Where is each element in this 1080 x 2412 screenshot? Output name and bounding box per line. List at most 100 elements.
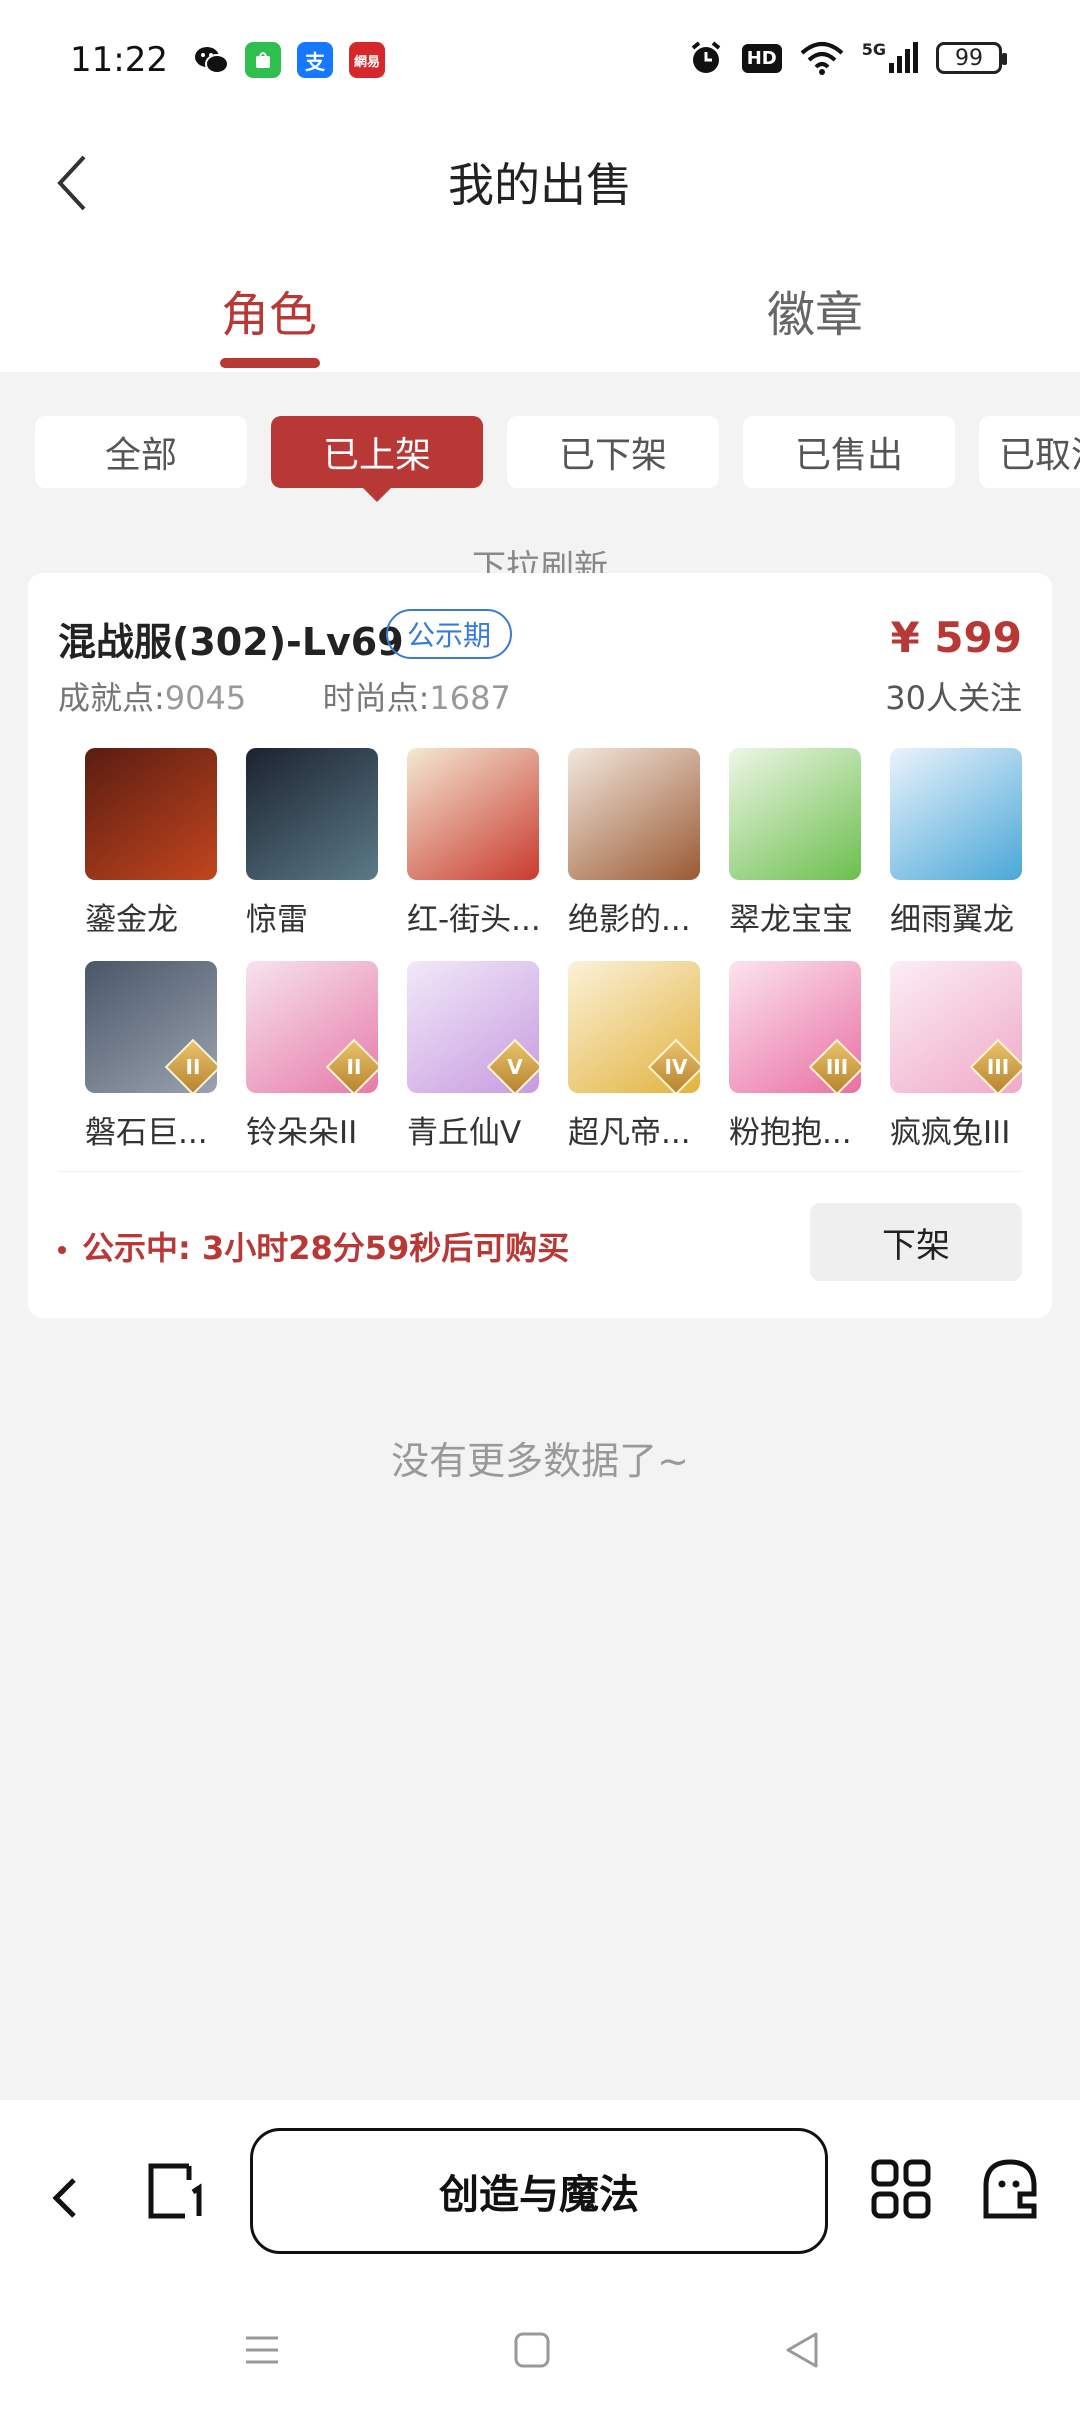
fashion-label: 时尚点: bbox=[322, 679, 430, 717]
item-name: 青丘仙V bbox=[407, 1115, 522, 1151]
item-name: 翠龙宝宝 bbox=[729, 902, 853, 938]
list-item[interactable]: III 粉抱抱... bbox=[729, 961, 879, 1152]
achievement-label: 成就点: bbox=[58, 679, 165, 717]
fashion-value: 1687 bbox=[429, 679, 511, 717]
item-image bbox=[407, 748, 539, 880]
item-image bbox=[729, 748, 861, 880]
page-title: 我的出售 bbox=[448, 158, 632, 212]
item-name: 磐石巨... bbox=[85, 1115, 208, 1151]
network-type: 5G bbox=[861, 40, 886, 59]
listing-stats: 成就点:9045 时尚点:1687 bbox=[58, 673, 511, 719]
wechat-icon bbox=[193, 42, 229, 78]
status-time: 11:22 bbox=[70, 40, 168, 80]
listing-price: ¥ 599 bbox=[890, 613, 1022, 662]
assistant-button[interactable] bbox=[980, 2158, 1040, 2220]
item-image bbox=[568, 748, 700, 880]
item-image bbox=[890, 748, 1022, 880]
tier-label: IV bbox=[664, 1055, 688, 1079]
item-name: 粉抱抱... bbox=[729, 1115, 852, 1151]
achievement-value: 9045 bbox=[164, 679, 247, 717]
bottom-toolbar: 创造与魔法 bbox=[0, 2100, 1080, 2290]
tab-role[interactable]: 角色 bbox=[221, 275, 317, 345]
item-image bbox=[85, 748, 217, 880]
filter-cancelled[interactable]: 已取消 bbox=[979, 416, 1080, 488]
list-item[interactable]: 惊雷 bbox=[246, 748, 396, 939]
item-name: 绝影的... bbox=[568, 902, 691, 938]
list-item[interactable]: III 疯疯兔III bbox=[890, 961, 1040, 1152]
item-image: II bbox=[246, 961, 378, 1093]
home-nav-button[interactable] bbox=[502, 2320, 562, 2380]
item-name: 鎏金龙 bbox=[85, 902, 178, 938]
tier-label: V bbox=[507, 1055, 523, 1079]
status-badge: 公示期 bbox=[386, 609, 512, 659]
list-item[interactable]: 绝影的... bbox=[568, 748, 718, 939]
netease-icon: 網易 bbox=[349, 42, 385, 78]
list-item[interactable]: II 磐石巨... bbox=[85, 961, 235, 1152]
item-image: III bbox=[890, 961, 1022, 1093]
list-item[interactable]: 红-街头... bbox=[407, 748, 557, 939]
category-tabs: 角色 徽章 bbox=[0, 245, 1080, 372]
alipay-glyph: 支 bbox=[305, 49, 325, 74]
tier-badge: III bbox=[808, 1038, 861, 1093]
item-name: 铃朵朵II bbox=[246, 1115, 358, 1151]
filter-listed[interactable]: 已上架 bbox=[271, 416, 483, 502]
item-name: 红-街头... bbox=[407, 902, 541, 938]
tabs-icon bbox=[148, 2163, 202, 2219]
delist-button[interactable]: 下架 bbox=[810, 1203, 1022, 1281]
system-nav-bar bbox=[0, 2290, 1080, 2412]
item-image: IV bbox=[568, 961, 700, 1093]
active-tab-indicator bbox=[220, 358, 320, 368]
alipay-icon: 支 bbox=[297, 42, 333, 78]
divider bbox=[58, 1171, 1022, 1172]
tier-badge: III bbox=[969, 1038, 1022, 1093]
item-name: 细雨翼龙 bbox=[890, 902, 1014, 938]
tab-badge[interactable]: 徽章 bbox=[767, 275, 863, 345]
home-square-icon bbox=[514, 2332, 550, 2368]
apps-grid-button[interactable] bbox=[870, 2158, 932, 2220]
list-item[interactable]: 鎏金龙 bbox=[85, 748, 235, 939]
battery-level: 99 bbox=[955, 45, 983, 71]
filter-all[interactable]: 全部 bbox=[35, 416, 247, 488]
list-item[interactable]: 翠龙宝宝 bbox=[729, 748, 879, 939]
filter-sold[interactable]: 已售出 bbox=[743, 416, 955, 488]
netease-glyph: 網易 bbox=[353, 54, 380, 70]
pull-to-refresh-hint: 下拉刷新 bbox=[472, 548, 608, 574]
publicity-notice: 公示中: 3小时28分59秒后可购买 bbox=[58, 1223, 569, 1269]
item-image: II bbox=[85, 961, 217, 1093]
app-store-icon bbox=[245, 42, 281, 78]
tier-label: II bbox=[346, 1055, 362, 1079]
battery-icon: 99 bbox=[936, 42, 1007, 74]
bullet-dot bbox=[58, 1246, 66, 1254]
triangle-back-icon bbox=[786, 2332, 818, 2368]
tier-label: III bbox=[825, 1055, 849, 1079]
item-image: III bbox=[729, 961, 861, 1093]
filter-delisted[interactable]: 已下架 bbox=[507, 416, 719, 488]
tier-badge: V bbox=[486, 1038, 539, 1093]
mini-program-title-button[interactable]: 创造与魔法 bbox=[250, 2128, 828, 2254]
item-image bbox=[246, 748, 378, 880]
end-of-list-text: 没有更多数据了~ bbox=[391, 1439, 689, 1483]
item-name: 惊雷 bbox=[246, 902, 308, 938]
back-nav-button[interactable] bbox=[772, 2320, 832, 2380]
tier-badge: II bbox=[325, 1038, 378, 1093]
status-filter-bar: 全部 已上架 已下架 已售出 已取消 bbox=[0, 372, 1080, 522]
list-item[interactable]: II 铃朵朵II bbox=[246, 961, 396, 1152]
list-item[interactable]: V 青丘仙V bbox=[407, 961, 557, 1152]
menu-nav-button[interactable] bbox=[232, 2320, 292, 2380]
tier-label: II bbox=[185, 1055, 201, 1079]
menu-icon bbox=[246, 2336, 278, 2364]
tabs-button[interactable] bbox=[145, 2160, 207, 2222]
browser-back-button[interactable] bbox=[42, 2160, 92, 2230]
wifi-icon bbox=[800, 40, 844, 76]
status-bar: 11:22 支 網易 HD 5G 99 bbox=[0, 0, 1080, 125]
listing-card[interactable]: 混战服(302)-Lv69 公示期 ¥ 599 成就点:9045 时尚点:168… bbox=[28, 573, 1052, 1318]
tier-badge: II bbox=[164, 1038, 217, 1093]
listing-title: 混战服(302)-Lv69 bbox=[58, 620, 404, 664]
list-item[interactable]: IV 超凡帝... bbox=[568, 961, 718, 1152]
grid-icon bbox=[871, 2159, 931, 2219]
ghost-icon bbox=[983, 2159, 1037, 2219]
tier-label: III bbox=[986, 1055, 1010, 1079]
list-item[interactable]: 细雨翼龙 bbox=[890, 748, 1040, 939]
notice-countdown: 3小时28分59秒后可购买 bbox=[201, 1229, 570, 1267]
page-header: 我的出售 bbox=[0, 125, 1080, 245]
